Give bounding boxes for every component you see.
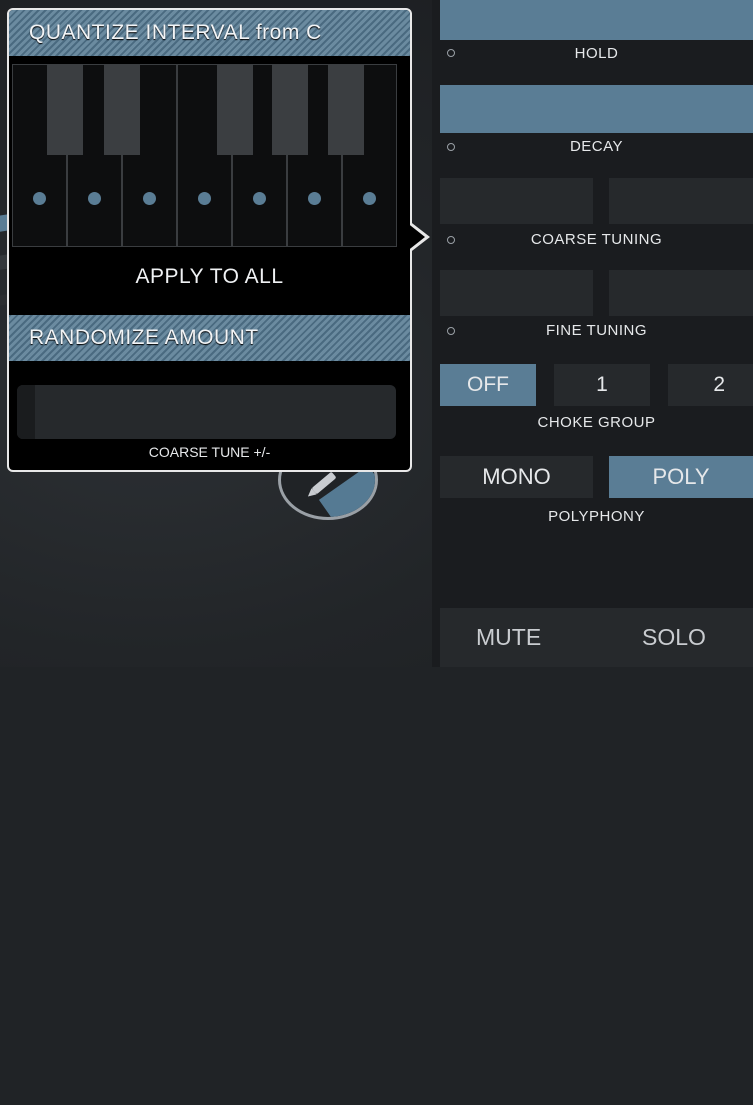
interval-keyboard <box>12 64 407 247</box>
key-selected-indicator <box>363 192 376 205</box>
key-selected-indicator <box>198 192 211 205</box>
choke-option-1[interactable]: 1 <box>554 364 650 406</box>
black-key-a-sharp[interactable] <box>328 64 364 155</box>
popover-arrow-inner <box>406 222 425 252</box>
mute-button[interactable]: MUTE <box>476 624 541 651</box>
key-selected-indicator <box>33 192 46 205</box>
randomize-amount-slider[interactable] <box>17 385 396 439</box>
fine-slider-left[interactable] <box>440 270 593 316</box>
key-selected-indicator <box>253 192 266 205</box>
key-selected-indicator <box>88 192 101 205</box>
quantize-header: QUANTIZE INTERVAL from C <box>9 10 410 56</box>
polyphony-label: POLYPHONY <box>548 508 645 525</box>
polyphony-poly-button[interactable]: POLY <box>609 456 753 498</box>
quantize-popover: QUANTIZE INTERVAL from C APPLY TO ALL RA… <box>7 8 412 472</box>
slider-handle[interactable] <box>17 385 35 439</box>
coarse-slider-right[interactable] <box>609 178 753 224</box>
randomize-param-label: COARSE TUNE +/- <box>148 444 271 460</box>
apply-to-all-button[interactable]: APPLY TO ALL <box>9 265 410 289</box>
hold-slider[interactable] <box>440 0 753 40</box>
decay-slider[interactable] <box>440 85 753 133</box>
decay-label: DECAY <box>569 138 624 155</box>
polyphony-mono-button[interactable]: MONO <box>440 456 593 498</box>
coarse-tuning-label: COARSE TUNING <box>530 231 663 248</box>
choke-group-label: CHOKE GROUP <box>537 414 656 431</box>
choke-option-off[interactable]: OFF <box>440 364 536 406</box>
choke-option-2[interactable]: 2 <box>668 364 753 406</box>
fine-slider-right[interactable] <box>609 270 753 316</box>
black-key-d-sharp[interactable] <box>104 64 140 155</box>
solo-button[interactable]: SOLO <box>642 624 706 651</box>
coarse-slider-left[interactable] <box>440 178 593 224</box>
key-selected-indicator <box>143 192 156 205</box>
fine-tuning-label: FINE TUNING <box>545 322 648 339</box>
randomize-header: RANDOMIZE AMOUNT <box>9 315 410 361</box>
black-key-g-sharp[interactable] <box>272 64 308 155</box>
key-selected-indicator <box>308 192 321 205</box>
black-key-c-sharp[interactable] <box>47 64 83 155</box>
black-key-f-sharp[interactable] <box>217 64 253 155</box>
hold-label: HOLD <box>574 45 619 62</box>
